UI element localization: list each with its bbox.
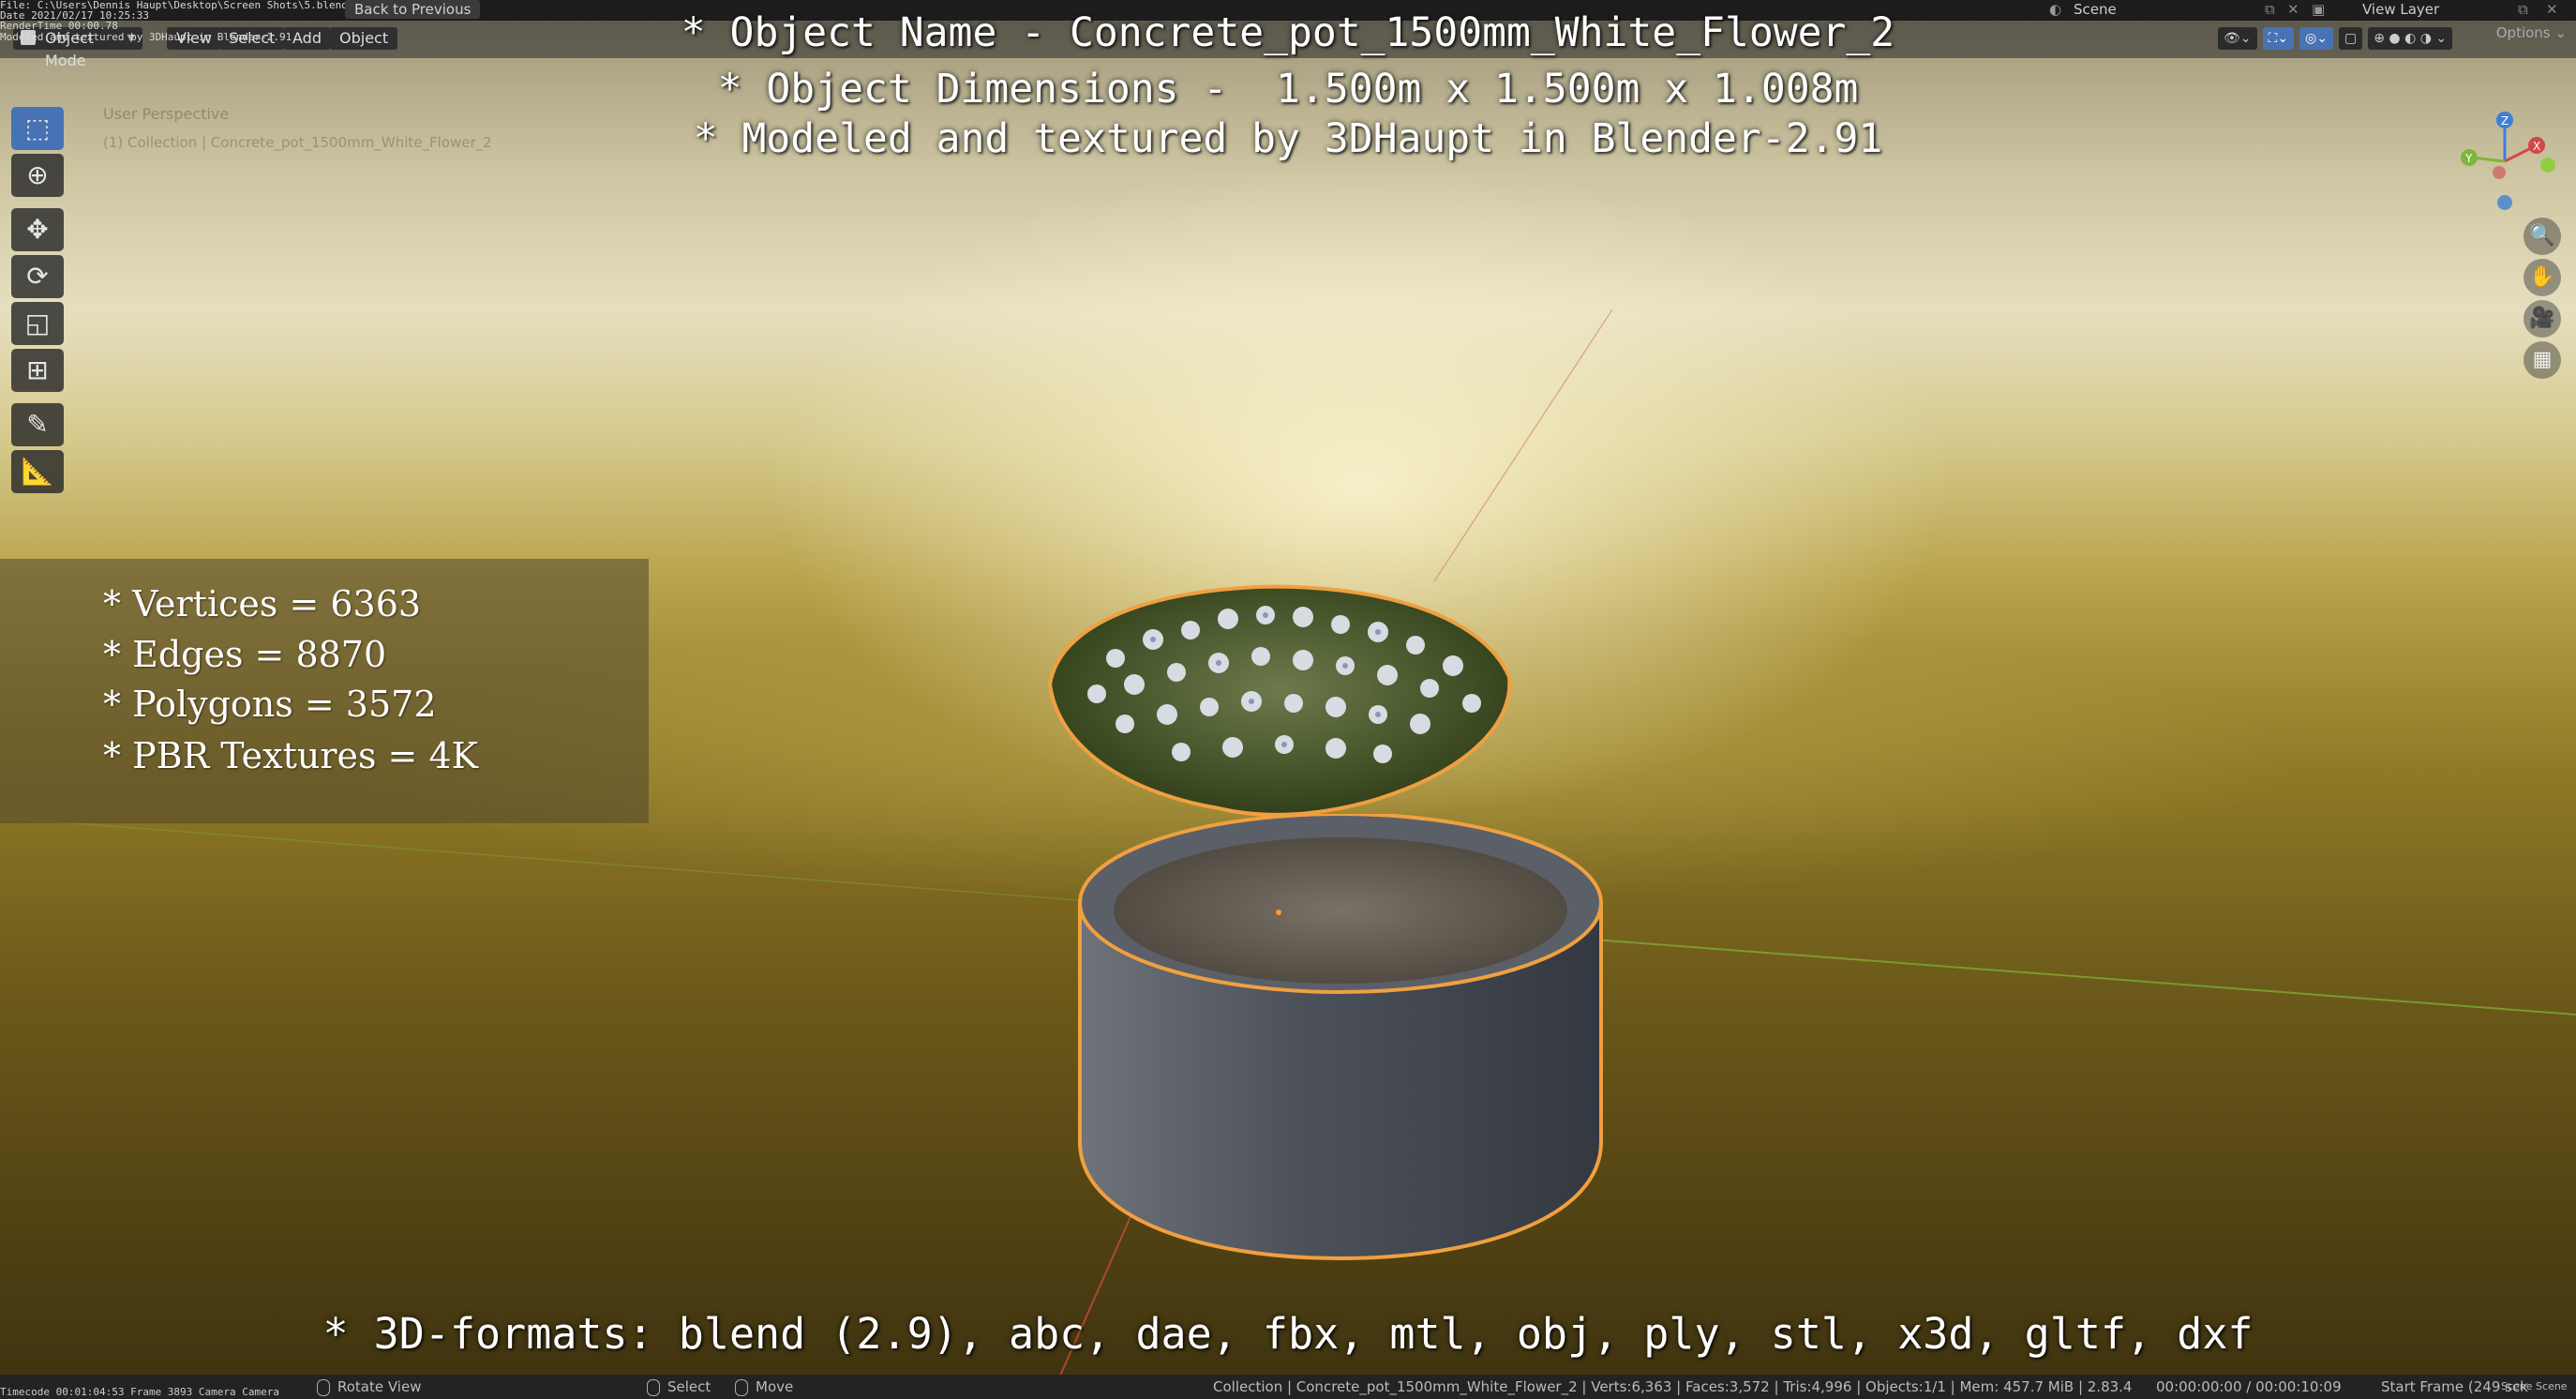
pan-hand-icon: ✋ <box>2529 265 2555 289</box>
transform-tool[interactable]: ⊞ <box>11 349 64 392</box>
status-move: Move <box>735 1375 793 1399</box>
object-dimensions-title: * Object Dimensions - 1.500m x 1.500m x … <box>717 66 1859 113</box>
measure-tool[interactable]: 📐 <box>11 450 64 493</box>
mouse-right-icon <box>735 1378 748 1396</box>
rotate-view-label: Rotate View <box>337 1378 422 1395</box>
scale-icon: ◱ <box>24 308 51 338</box>
object-name-title: * Object Name - Concrete_pot_1500mm_Whit… <box>681 9 1895 56</box>
scale-tool[interactable]: ◱ <box>11 302 64 345</box>
move-icon: ✥ <box>26 214 49 245</box>
mesh-stats-panel: * Vertices = 6363 * Edges = 8870 * Polyg… <box>0 559 649 823</box>
camera-view-button[interactable]: 🎥 <box>2524 300 2561 338</box>
status-scene-right: Scene Scene <box>2501 1380 2568 1392</box>
mouse-left-icon <box>647 1378 660 1396</box>
gizmo-neg-z-axis <box>2497 195 2512 210</box>
stat-edges: * Edges = 8870 <box>103 634 387 675</box>
y-axis-line <box>1593 939 2576 1015</box>
status-bar: Rotate View Select Move Collection | Con… <box>0 1375 2576 1399</box>
x-axis-far-line <box>1433 308 1613 582</box>
render-info-overlay: RenderTime 00:00.78 Modeled and textured… <box>0 21 292 43</box>
rotate-tool[interactable]: ⟳ <box>11 255 64 298</box>
gizmo-x-label: X <box>2533 140 2540 153</box>
move-label: Move <box>756 1378 794 1395</box>
modeled-note: Modeled and textured by 3DHaupt in Blend… <box>0 31 292 43</box>
gizmo-neg-x-axis <box>2493 166 2506 179</box>
zoom-icon: 🔍 <box>2529 224 2555 248</box>
rotate-icon: ⟳ <box>26 261 49 292</box>
tool-shelf: ⬚ ⊕ ✥ ⟳ ◱ ⊞ ✎ 📐 <box>11 107 66 497</box>
pot-soil <box>1114 837 1567 984</box>
viewport-collection-label: (1) Collection | Concrete_pot_1500mm_Whi… <box>103 134 492 151</box>
camera-icon: 🎥 <box>2529 307 2555 330</box>
status-select: Select <box>647 1375 711 1399</box>
status-rotate-view: Rotate View <box>317 1375 421 1399</box>
move-tool[interactable]: ✥ <box>11 208 64 251</box>
formats-caption: * 3D-formats: blend (2.9), abc, dae, fbx… <box>322 1309 2254 1359</box>
status-scene-info: Collection | Concrete_pot_1500mm_White_F… <box>1213 1378 2133 1395</box>
status-time-info: 00:00:00:00 / 00:00:10:09 <box>2156 1378 2342 1395</box>
transform-icon: ⊞ <box>26 354 49 385</box>
timecode-overlay: Timecode 00:01:04:53 Frame 3893 Camera C… <box>0 1386 280 1398</box>
object-origin <box>1276 910 1281 915</box>
annotate-tool[interactable]: ✎ <box>11 403 64 446</box>
measure-icon: 📐 <box>21 456 54 487</box>
select-box-icon: ⬚ <box>24 113 51 143</box>
flower-bush[interactable] <box>1041 574 1519 820</box>
gizmo-y-label: Y <box>2464 152 2473 165</box>
pan-button[interactable]: ✋ <box>2524 259 2561 296</box>
grid-icon: ▦ <box>2532 348 2553 371</box>
navigation-gizmo[interactable]: Z X Y <box>2452 105 2565 218</box>
flower-bush-outline <box>1047 584 1512 817</box>
y-axis-left-line <box>0 817 1079 901</box>
ortho-toggle-button[interactable]: ▦ <box>2524 341 2561 379</box>
concrete-pot[interactable] <box>1069 814 1612 1264</box>
zoom-button[interactable]: 🔍 <box>2524 218 2561 255</box>
viewport-perspective-label: User Perspective <box>103 105 230 123</box>
select-label: Select <box>667 1378 711 1395</box>
annotate-icon: ✎ <box>26 409 49 440</box>
stat-vertices: * Vertices = 6363 <box>103 583 422 624</box>
cursor-icon: ⊕ <box>26 159 49 190</box>
select-box-tool[interactable]: ⬚ <box>11 107 64 150</box>
mouse-middle-icon <box>317 1378 330 1396</box>
stat-textures: * PBR Textures = 4K <box>103 735 479 776</box>
gizmo-z-label: Z <box>2501 114 2509 128</box>
gizmo-neg-y-axis <box>2540 158 2555 173</box>
cursor-tool[interactable]: ⊕ <box>11 154 64 197</box>
stat-polygons: * Polygons = 3572 <box>103 684 437 725</box>
